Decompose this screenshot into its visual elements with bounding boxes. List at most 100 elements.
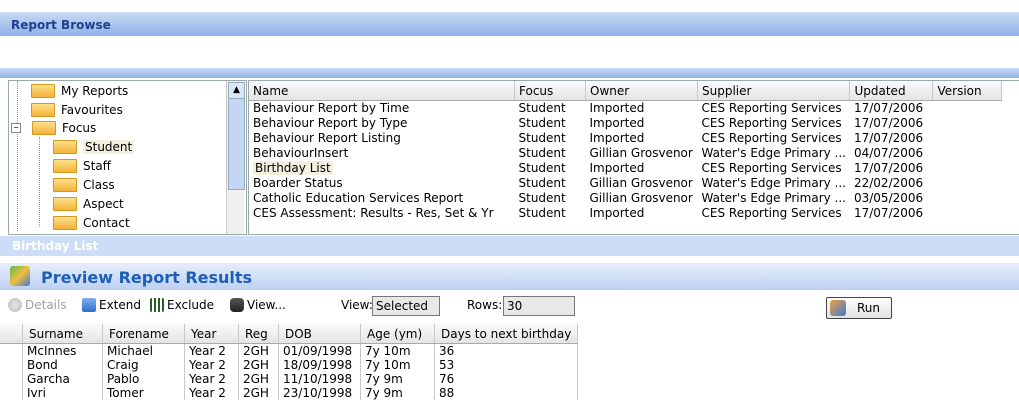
- cell-days: 36: [434, 343, 578, 358]
- scroll-up-icon[interactable]: ▲: [228, 82, 245, 99]
- report-owner: Imported: [589, 206, 645, 220]
- run-button[interactable]: Run: [826, 297, 892, 319]
- cell-dob: 18/09/1998: [278, 358, 361, 372]
- tree-item-contact[interactable]: Contact: [53, 214, 130, 232]
- report-list-grid[interactable]: Name Focus Owner Supplier Updated Versio…: [248, 80, 1019, 235]
- report-supplier: CES Reporting Services: [701, 131, 842, 145]
- cell-days: 88: [434, 386, 578, 400]
- folder-icon: [53, 178, 77, 192]
- view-selector[interactable]: Selected: [372, 296, 440, 316]
- results-row[interactable]: Ivri Tomer Year 2 2GH 23/10/1998 7y 9m 8…: [0, 386, 578, 400]
- report-name: Behaviour Report by Time: [253, 101, 410, 115]
- column-header-name[interactable]: Name: [249, 81, 515, 101]
- collapse-icon[interactable]: −: [11, 123, 21, 133]
- exclude-label: Exclude: [167, 298, 215, 312]
- report-focus: Student: [518, 191, 566, 205]
- tree-item-student[interactable]: Student: [53, 138, 135, 156]
- report-row[interactable]: CES Assessment: Results - Res, Set & Yr …: [249, 206, 1002, 221]
- cell-forename: Pablo: [102, 372, 185, 386]
- cell-dob: 23/10/1998: [278, 386, 361, 400]
- report-owner: Gillian Grosvenor: [589, 191, 693, 205]
- view-menu-button[interactable]: View...: [230, 298, 286, 312]
- column-header-updated[interactable]: Updated: [849, 81, 934, 101]
- report-row[interactable]: Behaviour Report by Time Student Importe…: [249, 101, 1002, 117]
- run-icon: [830, 300, 846, 316]
- report-row[interactable]: Boarder Status Student Gillian Grosvenor…: [249, 176, 1002, 191]
- results-header: Surname Forename Year Reg DOB Age (ym) D…: [0, 324, 578, 344]
- cell-surname: Garcha: [22, 372, 103, 386]
- column-header-version[interactable]: Version: [932, 81, 1003, 101]
- report-name: Behaviour Report by Type: [253, 116, 408, 130]
- tree-item-my-reports[interactable]: My Reports: [31, 82, 128, 100]
- row-selector[interactable]: [0, 343, 23, 358]
- cell-year: Year 2: [184, 372, 239, 386]
- report-updated: 17/07/2006: [853, 131, 924, 145]
- tree-item-favourites[interactable]: Favourites: [31, 101, 123, 119]
- report-name: Birthday List: [249, 161, 515, 176]
- tree-item-staff[interactable]: Staff: [53, 157, 111, 175]
- column-header-days-to-birthday[interactable]: Days to next birthday: [434, 324, 578, 344]
- column-header-focus[interactable]: Focus: [514, 81, 586, 101]
- report-row[interactable]: Behaviour Report by Type Student Importe…: [249, 116, 1002, 131]
- column-header-forename[interactable]: Forename: [102, 324, 185, 344]
- preview-title: Preview Report Results: [41, 268, 253, 287]
- view-menu-label: View...: [247, 298, 286, 312]
- report-updated: 17/07/2006: [853, 116, 924, 130]
- tree-item-focus[interactable]: − Focus: [11, 119, 96, 137]
- column-header-surname[interactable]: Surname: [22, 324, 103, 344]
- report-row[interactable]: Catholic Education Services Report Stude…: [249, 191, 1002, 206]
- folder-icon: [53, 216, 77, 230]
- tree-guide-line: [39, 137, 40, 227]
- row-selector[interactable]: [0, 386, 23, 400]
- report-version: [933, 206, 1002, 221]
- exclude-button[interactable]: Exclude: [150, 298, 214, 312]
- folder-open-icon: [32, 121, 56, 135]
- rows-label: Rows:: [467, 298, 503, 312]
- report-category-tree[interactable]: My Reports Favourites − Focus Student St…: [8, 80, 247, 235]
- selected-report-caption: Birthday List: [12, 239, 99, 253]
- column-header-dob[interactable]: DOB: [278, 324, 361, 344]
- report-name-selected: Birthday List: [253, 161, 333, 175]
- row-selector[interactable]: [0, 358, 23, 372]
- view-label: View:: [341, 298, 373, 312]
- column-header-reg[interactable]: Reg: [238, 324, 279, 344]
- tree-scrollbar[interactable]: ▲: [226, 81, 245, 234]
- column-header-owner[interactable]: Owner: [585, 81, 698, 101]
- column-header-year[interactable]: Year: [184, 324, 239, 344]
- report-focus: Student: [518, 146, 566, 160]
- title-bar: [0, 12, 1019, 36]
- report-name: Behaviour Report Listing: [253, 131, 401, 145]
- rows-input[interactable]: 30: [503, 296, 575, 316]
- results-row[interactable]: Bond Craig Year 2 2GH 18/09/1998 7y 10m …: [0, 358, 578, 372]
- details-button[interactable]: Details: [8, 298, 67, 312]
- results-row[interactable]: Garcha Pablo Year 2 2GH 11/10/1998 7y 9m…: [0, 372, 578, 386]
- report-row-selected[interactable]: Birthday List Student Imported CES Repor…: [249, 161, 1002, 176]
- report-row[interactable]: BehaviourInsert Student Gillian Grosveno…: [249, 146, 1002, 161]
- report-version: [933, 176, 1002, 191]
- results-grid[interactable]: Surname Forename Year Reg DOB Age (ym) D…: [0, 324, 1019, 405]
- report-supplier: CES Reporting Services: [701, 101, 842, 115]
- tree-item-class[interactable]: Class: [53, 176, 115, 194]
- tree-item-label: Favourites: [61, 103, 123, 117]
- report-row[interactable]: Behaviour Report Listing Student Importe…: [249, 131, 1002, 146]
- tree-item-label: Contact: [83, 216, 130, 230]
- report-supplier: Water's Edge Primary ...: [701, 191, 846, 205]
- row-selector[interactable]: [0, 372, 23, 386]
- report-version: [933, 146, 1002, 161]
- cell-year: Year 2: [184, 358, 239, 372]
- tree-item-aspect[interactable]: Aspect: [53, 195, 124, 213]
- tree-item-label: Aspect: [83, 197, 124, 211]
- report-updated: 17/07/2006: [853, 206, 924, 220]
- extend-button[interactable]: Extend: [82, 298, 141, 312]
- scroll-thumb[interactable]: [228, 98, 245, 190]
- column-header-supplier[interactable]: Supplier: [697, 81, 851, 101]
- report-updated: 17/07/2006: [853, 161, 924, 175]
- cell-days: 53: [434, 358, 578, 372]
- column-header-age[interactable]: Age (ym): [360, 324, 435, 344]
- cell-forename: Michael: [102, 343, 185, 358]
- report-supplier: CES Reporting Services: [701, 116, 842, 130]
- folder-icon: [31, 84, 55, 98]
- results-row[interactable]: McInnes Michael Year 2 2GH 01/09/1998 7y…: [0, 343, 578, 358]
- cell-reg: 2GH: [238, 343, 279, 358]
- tree-item-label: Class: [83, 178, 115, 192]
